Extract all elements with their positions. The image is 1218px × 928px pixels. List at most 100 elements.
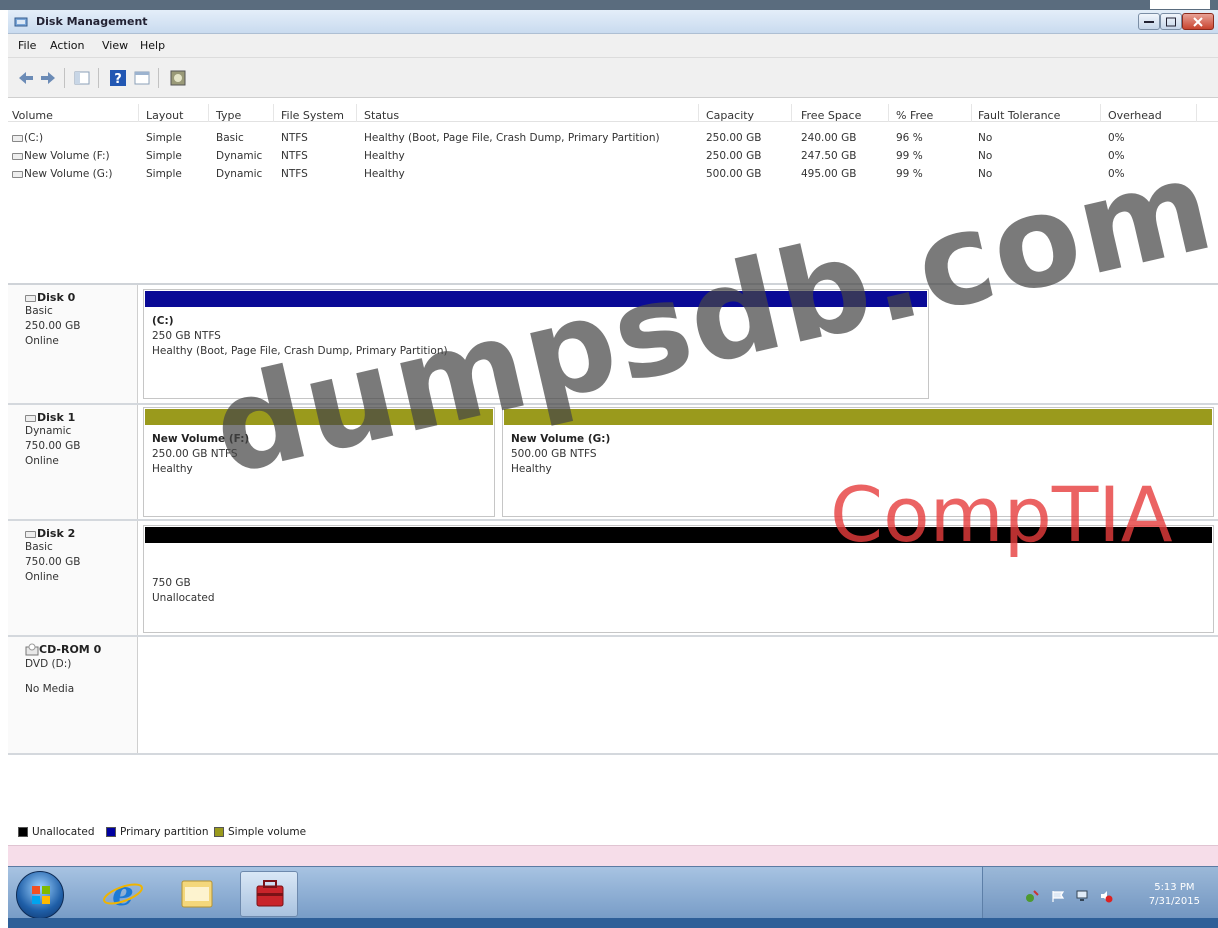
disk-state: Online [25,455,59,467]
capacity-cell: 250.00 GB [706,132,762,144]
partition-status: Healthy [511,463,552,475]
watermark-comptia: CompTIA [830,470,1173,559]
ie-logo-icon: e [103,874,143,914]
menu-action[interactable]: Action [50,39,84,52]
toolbox-icon [256,880,284,907]
fault-tolerance-cell: No [978,150,993,162]
status-cell: Healthy [364,168,405,180]
volume-name: (C:) [24,132,44,144]
column-separator[interactable] [888,104,889,122]
volume-row[interactable]: New Volume (F:) Simple Dynamic NTFS Heal… [8,150,1218,166]
disk-0-label[interactable]: Disk 0 Basic 250.00 GB Online [8,285,138,403]
volume-name-cell: New Volume (F:) [12,150,110,162]
status-bar [8,845,1218,866]
disk-management-icon[interactable] [168,68,188,88]
column-separator[interactable] [1100,104,1101,122]
disk-name: CD-ROM 0 [25,643,137,657]
console-tree-icon[interactable] [72,68,92,88]
status-cell: Healthy (Boot, Page File, Crash Dump, Pr… [364,132,660,144]
volume-icon [12,134,23,142]
menu-view[interactable]: View [102,39,128,52]
clock-date: 7/31/2015 [1148,896,1200,907]
window-title: Disk Management [36,15,148,28]
back-arrow-icon[interactable] [16,68,36,88]
minimize-icon [1144,20,1154,23]
column-separator[interactable] [356,104,357,122]
layout-cell: Simple [146,132,182,144]
disk-icon [25,294,36,302]
column-header[interactable]: Fault Tolerance [978,109,1060,122]
screen-top-strip [0,0,1218,10]
disk-1-label[interactable]: Disk 1 Dynamic 750.00 GB Online [8,405,138,519]
menu-bar: File Action View Help [8,34,1218,58]
column-header[interactable]: Layout [146,109,183,122]
column-separator[interactable] [138,104,139,122]
column-separator[interactable] [791,104,792,122]
percent-free-cell: 96 % [896,132,923,144]
column-header[interactable]: Free Space [801,109,861,122]
free-space-cell: 495.00 GB [801,168,857,180]
partition-info: New Volume (G:) 500.00 GB NTFS Healthy [511,432,610,477]
free-space-cell: 247.50 GB [801,150,857,162]
close-button[interactable] [1182,13,1214,30]
minimize-button[interactable] [1138,13,1160,30]
column-separator[interactable] [698,104,699,122]
taskbar: e 5:13 PM 7/31/2015 [8,866,1218,928]
column-header[interactable]: % Free [896,109,933,122]
disk-state: Online [25,335,59,347]
column-separator[interactable] [971,104,972,122]
column-separator[interactable] [208,104,209,122]
legend-unallocated: Unallocated [18,826,94,838]
drive-letter: DVD (D:) [25,658,72,670]
volume-row[interactable]: (C:) Simple Basic NTFS Healthy (Boot, Pa… [8,132,1218,148]
left-edge [0,10,8,928]
file-system-cell: NTFS [281,132,308,144]
volume-name: New Volume (G:) [24,168,113,180]
disk-type: Basic [25,541,53,553]
free-space-cell: 240.00 GB [801,132,857,144]
maximize-button[interactable] [1160,13,1182,30]
column-separator[interactable] [273,104,274,122]
network-icon[interactable] [1075,889,1089,903]
menu-file[interactable]: File [18,39,36,52]
disk-row-separator [8,753,1218,755]
column-header[interactable]: Status [364,109,399,122]
capacity-cell: 250.00 GB [706,150,762,162]
properties-icon[interactable] [132,68,152,88]
action-center-icon[interactable] [1025,889,1039,903]
svg-text:?: ? [114,72,122,87]
server-manager-icon[interactable] [240,871,298,917]
legend-swatch [18,827,28,837]
legend-simple-volume: Simple volume [214,826,306,838]
column-header[interactable]: Type [216,109,241,122]
volume-muted-icon[interactable] [1099,889,1113,903]
forward-arrow-icon[interactable] [38,68,58,88]
volume-name: New Volume (F:) [24,150,110,162]
status-cell: Healthy [364,150,405,162]
column-header[interactable]: File System [281,109,344,122]
disk-icon [25,414,36,422]
help-icon[interactable]: ? [108,68,128,88]
flag-icon[interactable] [1051,889,1065,903]
disk-size: 250.00 GB [25,320,81,332]
taskbar-edge [8,918,1218,928]
internet-explorer-icon[interactable]: e [94,871,152,917]
clock[interactable]: 5:13 PM 7/31/2015 [1149,881,1200,909]
windows-explorer-icon[interactable] [168,871,226,917]
column-separator[interactable] [1196,104,1197,122]
disk-state: Online [25,571,59,583]
folder-icon [181,880,213,908]
column-header[interactable]: Volume [12,109,53,122]
column-header[interactable]: Overhead [1108,109,1162,122]
disk-management-app-icon [14,17,28,27]
volume-list-header: Volume Layout Type File System Status Ca… [8,98,1218,122]
window-title-bar: Disk Management [8,10,1218,34]
cdrom-0-label[interactable]: CD-ROM 0 DVD (D:) No Media [8,637,138,753]
toolbar-separator [158,68,159,88]
disk-2-label[interactable]: Disk 2 Basic 750.00 GB Online [8,521,138,635]
clock-time: 5:13 PM [1154,882,1195,893]
partition-size: 500.00 GB NTFS [511,448,597,460]
column-header[interactable]: Capacity [706,109,754,122]
menu-help[interactable]: Help [140,39,165,52]
start-orb-icon[interactable] [16,871,64,919]
